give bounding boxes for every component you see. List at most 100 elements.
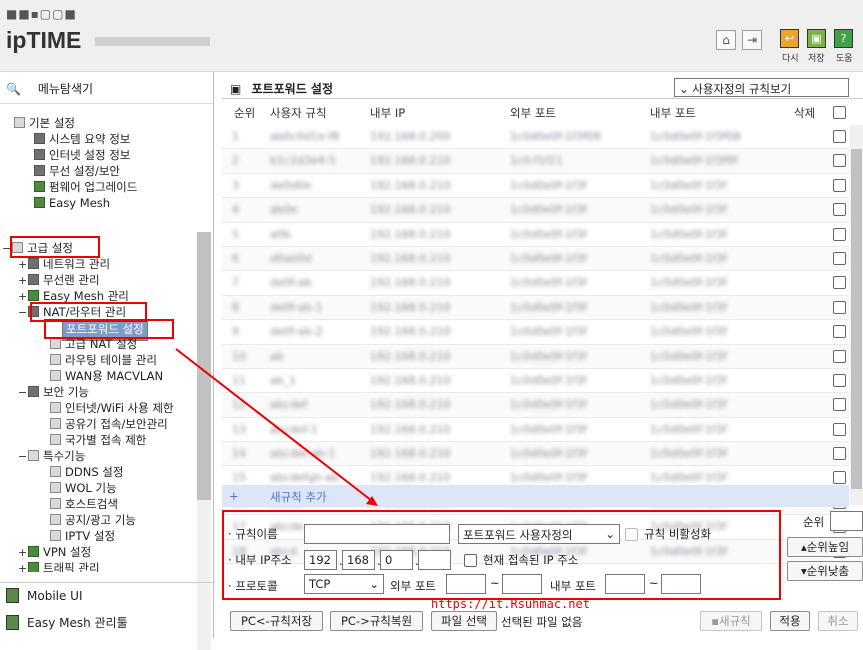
rule-name-input[interactable] [304,524,450,544]
table-row[interactable]: 13 abcdef-1 192.168.0.210 1c0d0e0f-1f3f 1c0d… [222,418,849,443]
tree-internet-limit[interactable]: 인터넷/WiFi 사용 제한 [50,401,174,415]
protocol-select[interactable]: TCP ⌄ [304,574,384,594]
select-all-checkbox[interactable] [833,106,846,119]
restart-icon[interactable]: ↩ [780,29,799,48]
disable-rule-label: 규칙 비활성화 [644,527,712,541]
collapse-toggle[interactable]: − [18,450,28,464]
collapse-toggle[interactable]: − [18,386,28,400]
tree-basic-settings[interactable]: 기본 설정 [14,116,75,130]
expand-toggle[interactable]: + [18,258,28,272]
tree-special[interactable]: − 특수기능 [18,449,85,464]
table-row[interactable]: 3 de0d0e 192.168.0.210 1c0d0e0f-1f3f 1c0d0e0… [222,174,849,199]
tree-label: 무선랜 관리 [43,273,100,287]
table-row[interactable]: 9 de0f-ab-2 192.168.0.210 1c0d0e0f-1f3f 1c0d… [222,320,849,345]
delete-checkbox[interactable] [833,398,846,412]
ip-octet-2[interactable]: 168 [342,550,375,570]
order-input[interactable] [830,511,863,531]
table-row[interactable]: 6 d0ab0d 192.168.0.210 1c0d0e0f-1f3f 1c0d0e0… [222,246,849,272]
tree-ddns[interactable]: DDNS 설정 [50,465,123,479]
tree-firmware-upgrade[interactable]: 펌웨어 업그레이드 [34,180,137,194]
tree-advanced-nat[interactable]: 고급 NAT 설정 [50,337,137,351]
ip-octet-3[interactable]: 0 [380,550,413,570]
tree-wireless-mgmt[interactable]: + 무선랜 관리 [18,273,100,288]
delete-checkbox[interactable] [833,349,846,363]
order-up-button[interactable]: ▴순위높임 [787,537,863,557]
delete-checkbox[interactable] [833,178,846,192]
delete-checkbox[interactable] [833,154,846,168]
table-row[interactable]: 4 ab0e 192.168.0.210 1c0d0e0f-1f3f 1c0d0e0f-… [222,198,849,223]
tree-routing-table[interactable]: 라우팅 테이블 관리 [50,353,157,367]
table-row[interactable]: 14 abcdef-ab-1 192.168.0.210 1c0d0e0f-1f3f 1… [222,442,849,467]
table-row[interactable]: 11 ab_1 192.168.0.210 1c0d0e0f-1f3f 1c0d0e0f… [222,369,849,394]
plus-icon: + [229,489,239,503]
delete-checkbox[interactable] [833,227,846,241]
expand-toggle[interactable]: + [18,274,28,288]
table-row[interactable]: 1 ab0c0d1e-f8 192.168.0.200 1c0d0e0f-1f3f08… [222,125,849,150]
table-row[interactable]: 2 b1c2d3e4-5 192.168.0.210 1c0-f1f21 1c0d0e0… [222,149,849,174]
new-rule-button[interactable]: ▪새규칙 [700,611,762,631]
apply-button[interactable]: 적용 [770,611,810,631]
tree-iptv[interactable]: IPTV 설정 [50,529,115,543]
save-icon[interactable]: ▣ [807,29,826,48]
tree-wol[interactable]: WOL 기능 [50,481,117,495]
delete-checkbox[interactable] [833,300,846,314]
table-row[interactable]: 10 ab 192.168.0.210 1c0d0e0f-1f3f 1c0d0e0f-1… [222,344,849,369]
tree-easy-mesh[interactable]: Easy Mesh [34,196,110,210]
tree-system-summary[interactable]: 시스템 요약 정보 [34,132,130,146]
disable-rule-checkbox[interactable] [625,528,638,541]
ip-octet-4[interactable] [418,550,451,570]
delete-checkbox[interactable] [833,373,846,387]
current-ip-checkbox[interactable] [464,554,477,567]
tree-label: 네트워크 관리 [43,257,111,271]
service-select[interactable]: 포트포워드 사용자정의 ⌄ [458,524,620,544]
collapse-toggle[interactable]: − [18,306,28,320]
delete-checkbox[interactable] [833,251,846,265]
easy-mesh-tool-link[interactable]: Easy Mesh 관리툴 [0,609,213,633]
add-rule-row[interactable]: + 새규칙 추가 [222,485,849,507]
delete-checkbox[interactable] [833,325,846,339]
home-icon[interactable]: ⌂ [716,30,736,50]
delete-checkbox[interactable] [833,447,846,461]
delete-checkbox[interactable] [833,203,846,217]
tree-notice-ad[interactable]: 공지/광고 기능 [50,513,136,527]
tree-country-block[interactable]: 국가별 접속 제한 [50,433,146,447]
ext-port-end[interactable] [502,574,542,594]
tilde: ~ [649,576,659,590]
expand-toggle[interactable]: + [18,290,28,304]
tree-host-search[interactable]: 호스트검색 [50,497,118,511]
tree-vpn[interactable]: + VPN 설정 [18,545,91,560]
tree-router-access[interactable]: 공유기 접속/보안관리 [50,417,168,431]
restore-from-pc-button[interactable]: PC->규칙복원 [330,611,423,631]
table-scroll-thumb[interactable] [851,149,862,489]
save-to-pc-button[interactable]: PC<-규칙저장 [230,611,323,631]
delete-checkbox[interactable] [833,422,846,436]
table-row[interactable]: 7 de0f-ab 192.168.0.210 1c0d0e0f-1f3f 1c0d0e… [222,271,849,296]
expand-toggle[interactable]: + [18,546,28,560]
int-port-end[interactable] [661,574,701,594]
chart-icon [34,133,45,144]
order-down-button[interactable]: ▾순위낮춤 [787,561,863,581]
tree-security[interactable]: − 보안 기능 [18,385,89,400]
expand-toggle[interactable]: + [18,562,28,572]
tree-internet-info[interactable]: 인터넷 설정 정보 [34,148,130,162]
tree-wan-macvlan[interactable]: WAN용 MACVLAN [50,369,163,383]
delete-checkbox[interactable] [833,276,846,290]
int-port-start[interactable] [605,574,645,594]
logout-icon[interactable]: ⇥ [742,30,762,50]
table-row[interactable]: 8 de0f-ab-1 192.168.0.210 1c0d0e0f-1f3f 1c0d… [222,295,849,321]
ext-port-start[interactable] [446,574,486,594]
tree-network-mgmt[interactable]: + 네트워크 관리 [18,257,110,272]
view-select[interactable]: ⌄ 사용자정의 규칙보기 [674,78,849,97]
tree-traffic[interactable]: + 트래픽 관리 [18,561,100,572]
mobile-ui-link[interactable]: Mobile UI [0,582,213,606]
table-row[interactable]: 5 a0b 192.168.0.210 1c0d0e0f-1f3f 1c0d0e0f-1… [222,223,849,247]
tree-wireless-security[interactable]: 무선 설정/보안 [34,164,120,178]
file-select-button[interactable]: 파일 선택 [431,611,497,631]
delete-checkbox[interactable] [833,130,846,143]
delete-checkbox[interactable] [833,471,846,485]
table-row[interactable]: 12 abcdef 192.168.0.210 1c0d0e0f-1f3f 1c0d0e… [222,393,849,418]
ip-octet-1[interactable]: 192 [304,550,337,570]
cancel-button[interactable]: 취소 [818,611,858,631]
sidebar-scroll-thumb[interactable] [197,232,211,500]
help-icon[interactable]: ? [834,29,853,48]
